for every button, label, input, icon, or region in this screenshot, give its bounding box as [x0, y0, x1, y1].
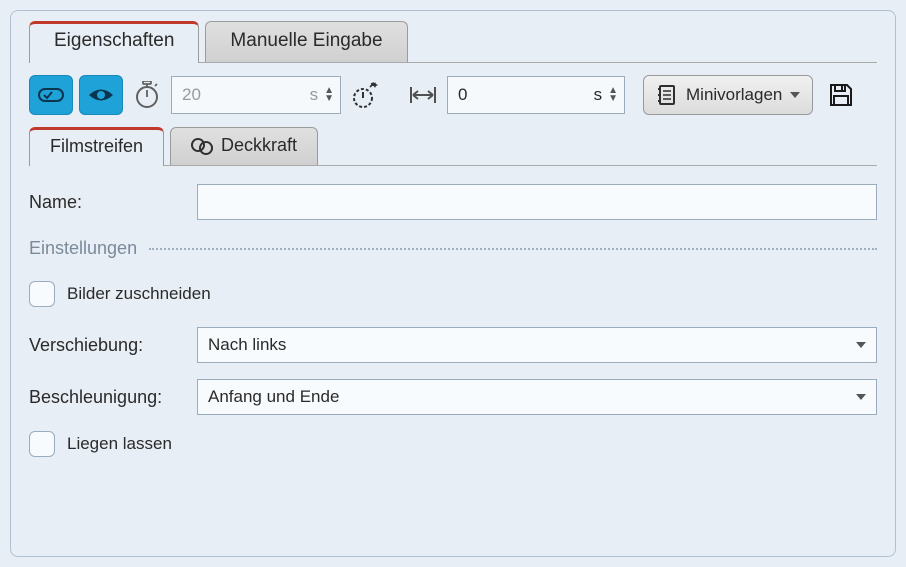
leave-checkbox[interactable] — [29, 431, 55, 457]
duration-value[interactable] — [180, 84, 304, 106]
acceleration-label: Beschleunigung: — [29, 387, 197, 408]
tab-manual-input-label: Manuelle Eingabe — [230, 30, 382, 51]
tab-properties[interactable]: Eigenschaften — [29, 21, 199, 63]
visibility-toggle-button[interactable] — [79, 75, 123, 115]
duration-unit: s — [310, 85, 319, 105]
tab-filmstrip[interactable]: Filmstreifen — [29, 127, 164, 166]
settings-title: Einstellungen — [29, 238, 137, 259]
mini-templates-label: Minivorlagen — [686, 85, 782, 105]
template-icon — [656, 84, 678, 106]
stopwatch-icon — [129, 77, 165, 113]
crop-images-checkbox[interactable] — [29, 281, 55, 307]
offset-unit: s — [594, 85, 603, 105]
shift-select[interactable]: Nach links — [197, 327, 877, 363]
settings-section-header: Einstellungen — [29, 238, 877, 259]
save-icon — [828, 82, 854, 108]
tab-filmstrip-label: Filmstreifen — [50, 136, 143, 157]
acceleration-row: Beschleunigung: Anfang und Ende — [29, 379, 877, 415]
tab-manual-input[interactable]: Manuelle Eingabe — [205, 21, 407, 62]
offset-stepper[interactable]: ▲▼ — [608, 87, 618, 103]
eye-icon — [87, 86, 115, 104]
sub-tabs: Filmstreifen Deckkraft — [29, 127, 877, 166]
name-input[interactable] — [197, 184, 877, 220]
chevron-down-icon — [790, 92, 800, 98]
link-icon — [38, 88, 64, 102]
save-button[interactable] — [823, 77, 859, 113]
auto-duration-button[interactable] — [347, 77, 383, 113]
shift-label: Verschiebung: — [29, 335, 197, 356]
shift-row: Verschiebung: Nach links — [29, 327, 877, 363]
sparkle-clock-icon — [350, 81, 380, 109]
duration-stepper[interactable]: ▲▼ — [324, 87, 334, 103]
leave-label: Liegen lassen — [67, 434, 172, 454]
shift-value: Nach links — [208, 335, 286, 355]
chevron-down-icon — [856, 342, 866, 348]
opacity-icon — [191, 136, 213, 156]
tab-properties-label: Eigenschaften — [54, 30, 174, 51]
section-divider — [149, 248, 877, 250]
tab-opacity-label: Deckkraft — [221, 135, 297, 156]
offset-value[interactable] — [456, 84, 588, 106]
tab-opacity[interactable]: Deckkraft — [170, 127, 318, 165]
leave-row: Liegen lassen — [29, 431, 877, 457]
width-icon — [405, 77, 441, 113]
chevron-down-icon — [856, 394, 866, 400]
duration-input[interactable]: s ▲▼ — [171, 76, 341, 114]
acceleration-value: Anfang und Ende — [208, 387, 339, 407]
crop-images-row: Bilder zuschneiden — [29, 281, 877, 307]
main-tabs: Eigenschaften Manuelle Eingabe — [29, 21, 877, 63]
crop-images-label: Bilder zuschneiden — [67, 284, 211, 304]
offset-input[interactable]: s ▲▼ — [447, 76, 625, 114]
link-toggle-button[interactable] — [29, 75, 73, 115]
acceleration-select[interactable]: Anfang und Ende — [197, 379, 877, 415]
properties-panel: Eigenschaften Manuelle Eingabe — [10, 10, 896, 557]
toolbar: s ▲▼ s — [29, 75, 877, 115]
name-row: Name: — [29, 184, 877, 220]
mini-templates-dropdown[interactable]: Minivorlagen — [643, 75, 813, 115]
name-label: Name: — [29, 192, 197, 213]
